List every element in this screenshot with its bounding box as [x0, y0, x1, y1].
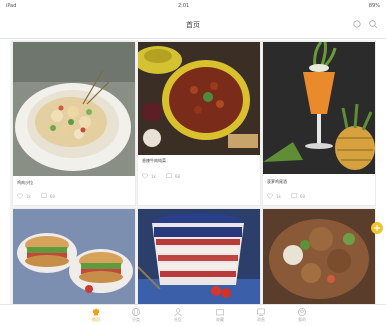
tab-label: 收藏	[216, 317, 224, 322]
recipe-title: 香辣牛肉炖菜	[142, 158, 166, 163]
comment-count[interactable]: 68	[166, 173, 180, 179]
tab-favorites[interactable]: 收藏	[205, 307, 235, 323]
recipe-photo[interactable]	[13, 42, 135, 176]
recipe-title: 菠萝鸡尾酒	[267, 179, 287, 184]
tab-category[interactable]: 分类	[121, 307, 151, 323]
plus-icon	[374, 225, 380, 231]
like-count[interactable]: 1k	[17, 193, 31, 199]
folder-icon	[215, 307, 225, 317]
recipe-title: 鸡肉沙拉	[17, 180, 33, 185]
status-bar: iPad 2:01 89%	[0, 0, 386, 12]
tab-label: 消息	[257, 317, 265, 322]
recipe-photo[interactable]	[138, 209, 260, 305]
recipe-card[interactable]: 鸡肉沙拉 1k 68	[12, 41, 136, 206]
recipe-stats: 1k 68	[17, 193, 55, 199]
recipe-photo[interactable]	[263, 209, 375, 305]
comment-count[interactable]: 68	[41, 193, 55, 199]
message-icon	[256, 307, 266, 317]
recipe-card[interactable]	[262, 208, 376, 306]
add-recipe-button[interactable]	[371, 222, 383, 234]
heart-icon	[17, 193, 23, 199]
heart-icon	[267, 193, 273, 199]
battery-indicator: 89%	[368, 3, 380, 9]
tab-label: 我的	[298, 317, 306, 322]
comment-icon	[291, 193, 297, 198]
tab-label: 分类	[132, 317, 140, 322]
recipe-photo[interactable]	[138, 42, 260, 155]
search-icon[interactable]	[368, 19, 378, 29]
tab-messages[interactable]: 消息	[246, 307, 276, 323]
tab-community[interactable]: 社区	[163, 307, 193, 323]
recipe-grid: 鸡肉沙拉 1k 68 香辣牛肉炖菜 1k 68 菠萝鸡尾酒 1k 68	[10, 40, 376, 306]
recipe-stats: 1k 68	[267, 193, 305, 199]
tab-bar: 首页 分类 社区 收藏 消息 我的	[0, 304, 386, 326]
recipe-card[interactable]	[137, 208, 261, 306]
recipe-card[interactable]	[12, 208, 136, 306]
carrier-label: iPad	[6, 3, 17, 9]
heart-icon	[142, 173, 148, 179]
people-icon	[173, 307, 183, 317]
tab-home[interactable]: 首页	[81, 307, 111, 323]
chef-hat-icon	[91, 307, 101, 317]
comment-icon	[41, 193, 47, 198]
recipe-stats: 1k 68	[142, 173, 180, 179]
like-count[interactable]: 1k	[142, 173, 156, 179]
tab-label: 社区	[174, 317, 182, 322]
recipe-photo[interactable]	[263, 42, 375, 174]
comment-icon	[166, 173, 172, 178]
tab-profile[interactable]: 我的	[287, 307, 317, 323]
like-count[interactable]: 1k	[267, 193, 281, 199]
clock: 2:01	[178, 3, 190, 9]
recipe-card[interactable]: 香辣牛肉炖菜 1k 68	[137, 41, 261, 206]
recipe-card[interactable]: 菠萝鸡尾酒 1k 68	[262, 41, 376, 206]
page-title: 首页	[186, 21, 200, 29]
user-icon	[297, 307, 307, 317]
navigation-bar: 首页	[0, 12, 386, 39]
recipe-photo[interactable]	[13, 209, 135, 305]
comment-count[interactable]: 68	[291, 193, 305, 199]
globe-icon	[131, 307, 141, 317]
tab-label: 首页	[92, 317, 100, 322]
share-icon[interactable]	[352, 19, 362, 29]
